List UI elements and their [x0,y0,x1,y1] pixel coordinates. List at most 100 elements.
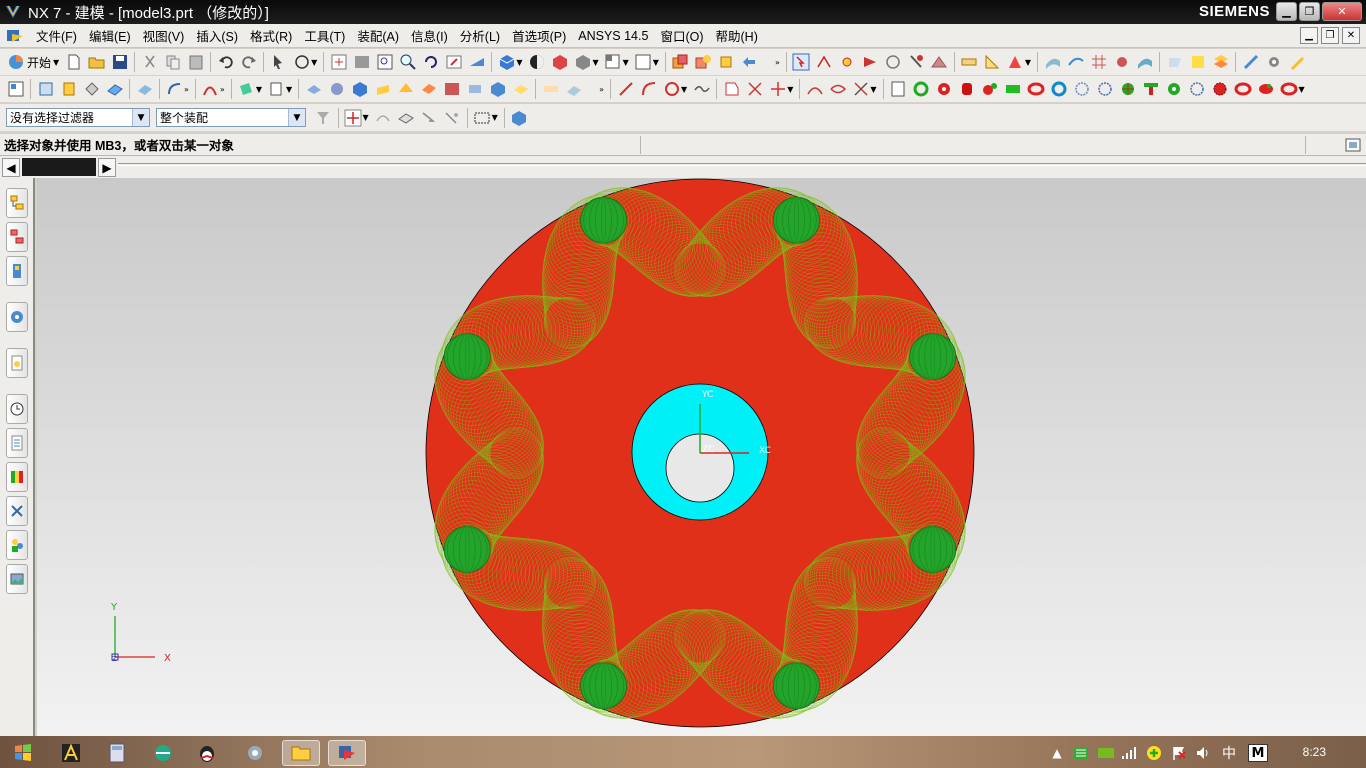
system-scenes-tab[interactable] [6,564,28,594]
bridge-curve-icon[interactable] [806,80,824,98]
rectangle-select-icon[interactable] [473,109,491,127]
zoom-in-icon[interactable] [399,53,417,71]
background-icon[interactable] [634,53,652,71]
graphics-window[interactable]: XC YC ZC X Y Z [37,178,1366,736]
menu-insert[interactable]: 插入(S) [190,26,244,45]
save-icon[interactable] [111,53,129,71]
type-filter-select[interactable]: 没有选择过滤器 ▼ [6,108,150,127]
sphere-icon[interactable] [420,80,438,98]
taskbar-app-browser[interactable] [144,740,182,766]
sweep-icon[interactable] [1113,53,1131,71]
intersect-curve-icon[interactable] [769,80,787,98]
nx-menu-icon[interactable] [6,28,24,44]
scroll-right-button[interactable]: ▶ [98,158,116,177]
gear-outline-icon[interactable] [1073,80,1091,98]
new-sheet-icon[interactable] [889,80,907,98]
orient-view-icon[interactable] [604,53,622,71]
hole-icon[interactable] [83,80,101,98]
assembly-load-icon[interactable] [671,53,689,71]
mirror-icon[interactable] [466,80,484,98]
measure-distance-icon[interactable] [960,53,978,71]
fullscreen-icon[interactable] [1344,136,1362,154]
edge-icon[interactable] [930,53,948,71]
menu-format[interactable]: 格式(R) [244,26,298,45]
analysis-icon[interactable] [1006,53,1024,71]
assembly-navigator-tab[interactable] [6,188,28,218]
manufacturing-wizards-tab[interactable] [6,496,28,526]
edge-blend-icon[interactable] [166,80,184,98]
red-sprocket-icon[interactable] [1211,80,1229,98]
blend-icon[interactable] [1136,53,1154,71]
scroll-left-button[interactable]: ◀ [2,158,20,177]
menu-ansys[interactable]: ANSYS 14.5 [572,29,654,43]
chamfer-icon[interactable] [305,80,323,98]
layer-icon[interactable] [1212,53,1230,71]
ball[interactable] [580,662,627,710]
paste-icon[interactable] [187,53,205,71]
menu-file[interactable]: 文件(F) [30,26,83,45]
studio-icon[interactable] [551,53,569,71]
process-studio-tab[interactable] [6,462,28,492]
red-clip-icon[interactable] [1280,80,1298,98]
constraint-navigator-tab[interactable] [6,222,28,252]
menu-preferences[interactable]: 首选项(P) [506,26,572,45]
tray-nvidia[interactable] [1096,744,1116,762]
taskbar-app-nx[interactable] [328,740,366,766]
taskbar-app-calculator[interactable] [98,740,136,766]
filter-reset-icon[interactable] [314,109,332,127]
history-tab[interactable] [6,394,28,424]
minimize-button[interactable]: ▁ [1276,2,1297,21]
measure-angle-icon[interactable] [983,53,1001,71]
ball[interactable] [909,525,957,573]
ball[interactable] [580,196,627,244]
select-body-icon[interactable] [420,109,438,127]
menu-window[interactable]: 窗口(O) [654,26,709,45]
reuse-library-tab[interactable] [6,302,28,332]
pattern-icon[interactable] [443,80,461,98]
body-icon[interactable] [884,53,902,71]
extrude-icon[interactable] [37,80,55,98]
revolve-icon[interactable] [60,80,78,98]
new-file-icon[interactable] [65,53,83,71]
gear-blue-icon[interactable] [1096,80,1114,98]
system-materials-tab[interactable] [6,428,28,458]
sprocket-icon[interactable] [1188,80,1206,98]
surface-icon[interactable] [1044,53,1062,71]
selection-scope-select[interactable]: 整个装配 ▼ [156,108,306,127]
face-icon[interactable] [907,53,925,71]
menu-information[interactable]: 信息(I) [405,26,454,45]
join-curve-icon[interactable] [829,80,847,98]
chevron-down-icon[interactable]: ▼ [288,109,305,126]
start-orb-button[interactable] [4,740,42,766]
start-button[interactable]: 开始 [27,54,51,71]
green-wheel-icon[interactable] [1119,80,1137,98]
red-link-icon[interactable] [1234,80,1252,98]
drafting-icon[interactable] [1189,53,1207,71]
restore-button[interactable]: ❐ [1299,2,1320,21]
fit-icon[interactable] [330,53,348,71]
line-icon[interactable] [617,80,635,98]
select-face-icon[interactable] [443,109,461,127]
taskbar-app-tool[interactable] [236,740,274,766]
feature-icon[interactable] [861,53,879,71]
web-browser-tab[interactable] [6,348,28,378]
red-spring-icon[interactable] [1257,80,1275,98]
close-button[interactable]: ✕ [1322,2,1362,21]
doc-minimize-button[interactable]: ▁ [1300,27,1318,44]
undo-icon[interactable] [217,53,235,71]
cut-icon[interactable] [141,53,159,71]
perspective-icon[interactable] [468,53,486,71]
doc-close-button[interactable]: ✕ [1342,27,1360,44]
section-icon[interactable] [1166,53,1184,71]
settings-gear-icon[interactable] [1265,53,1283,71]
curve-icon[interactable] [201,80,219,98]
menu-view[interactable]: 视图(V) [137,26,191,45]
ball[interactable] [443,525,491,573]
boss-icon[interactable] [106,80,124,98]
model-viewport[interactable]: XC YC ZC X Y Z [37,178,1366,736]
doc-restore-button[interactable]: ❐ [1321,27,1339,44]
zoom-icon[interactable] [376,53,394,71]
part-navigator-tab[interactable] [6,256,28,286]
copy-icon[interactable] [164,53,182,71]
datum-plane-icon[interactable] [237,80,255,98]
